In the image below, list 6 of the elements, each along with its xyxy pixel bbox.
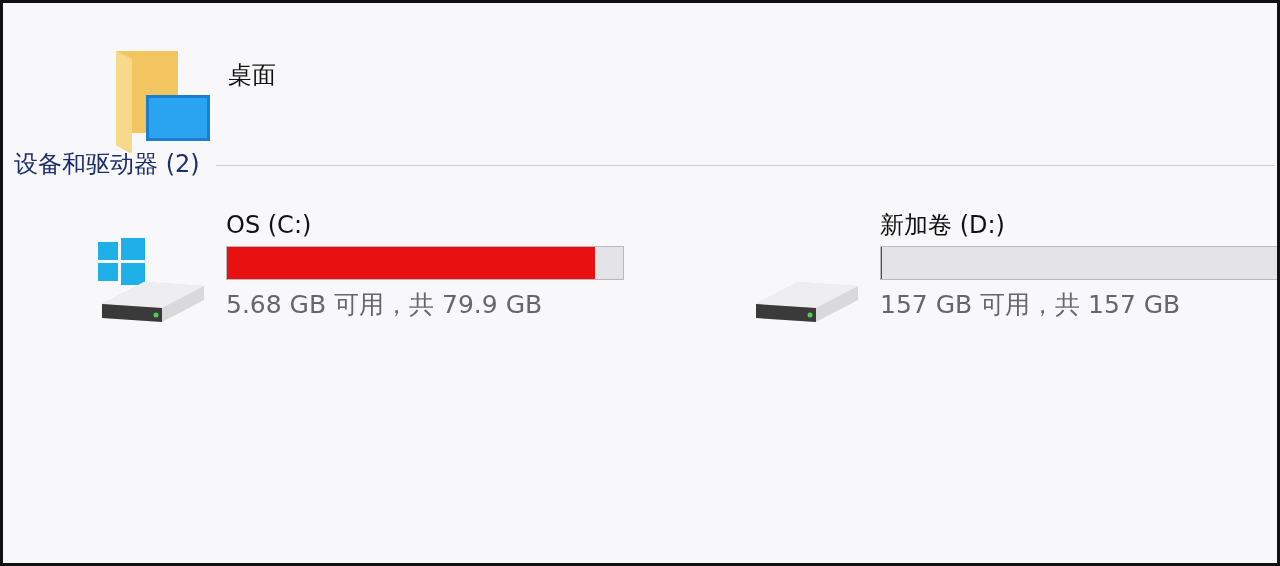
drive-name[interactable]: OS (C:) xyxy=(226,210,312,240)
drive-space-text: 157 GB 可用，共 157 GB xyxy=(880,289,1181,321)
drive-space-text: 5.68 GB 可用，共 79.9 GB xyxy=(226,289,543,321)
drive-name[interactable]: 新加卷 (D:) xyxy=(880,210,1005,240)
folder-name[interactable]: 桌面 xyxy=(228,59,276,91)
section-title[interactable]: 设备和驱动器 (2) xyxy=(14,148,200,180)
